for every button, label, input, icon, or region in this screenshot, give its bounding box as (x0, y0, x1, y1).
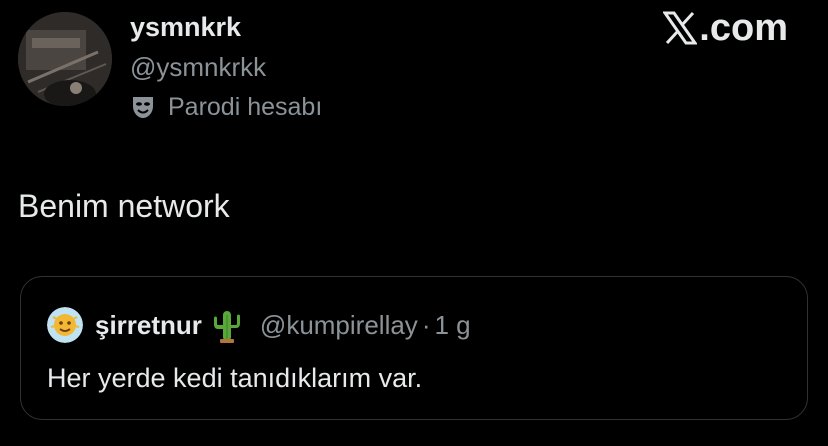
tweet-text: Benim network (18, 188, 230, 224)
x-logo-icon (663, 11, 698, 45)
parody-label: Parodi hesabı (168, 92, 323, 121)
watermark-text: .com (699, 7, 788, 49)
author-display-name[interactable]: ysmnkrk (130, 12, 241, 42)
quoted-author-display-name[interactable]: şirretnur (95, 310, 202, 341)
author-handle[interactable]: @ysmnkrkk (130, 52, 266, 82)
cactus-icon (213, 311, 240, 343)
quoted-tweet-text: Her yerde kedi tanıdıklarım var. (47, 363, 423, 393)
quoted-tweet-card[interactable]: şirretnur @kumpirellay · 1 g Her yerde k… (20, 276, 808, 420)
tweet-screenshot: { "author": { "display_name": "ysmnkrk",… (0, 0, 828, 446)
quoted-author-avatar[interactable] (47, 307, 83, 343)
quoted-author-handle[interactable]: @kumpirellay (260, 310, 418, 341)
quoted-tweet-header: şirretnur @kumpirellay · 1 g (47, 305, 471, 345)
separator-dot: · (421, 309, 431, 340)
theater-mask-icon (133, 97, 153, 118)
x-watermark: .com (663, 8, 788, 48)
author-avatar[interactable] (18, 12, 112, 106)
quoted-tweet-time[interactable]: 1 g (434, 310, 470, 341)
parody-badge: Parodi hesabı (130, 92, 322, 122)
